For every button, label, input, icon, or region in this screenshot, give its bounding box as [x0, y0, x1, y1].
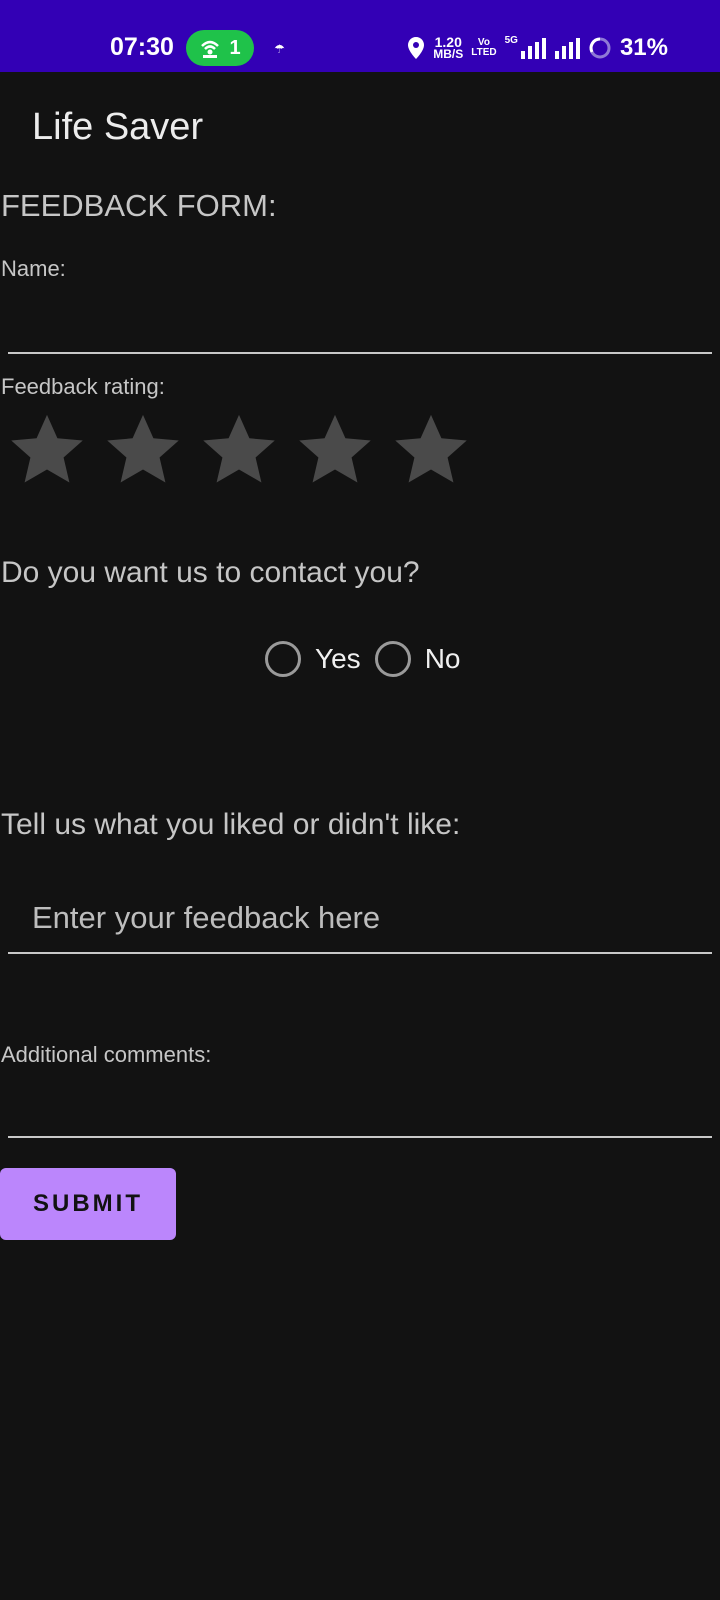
star-icon[interactable] — [391, 410, 471, 488]
feedback-input-underline — [8, 952, 712, 954]
battery-percent: 31% — [619, 34, 668, 61]
rating-label: Feedback rating: — [1, 374, 165, 399]
contact-radio-group: Yes No — [265, 638, 474, 680]
form-heading: FEEDBACK FORM: — [1, 188, 277, 223]
star-icon[interactable] — [103, 410, 183, 488]
radio-no-label[interactable]: No — [425, 643, 461, 675]
star-icon[interactable] — [7, 410, 87, 488]
location-icon — [408, 37, 425, 59]
name-field[interactable] — [8, 290, 712, 352]
hotspot-indicator[interactable]: 1 — [186, 30, 254, 66]
signal-icon-2 — [554, 38, 580, 59]
feedback-input[interactable]: Enter your feedback here — [32, 900, 380, 936]
app-title: Life Saver — [32, 106, 204, 148]
network-type: 5G — [504, 34, 518, 46]
star-icon[interactable] — [199, 410, 279, 488]
signal-icon — [520, 38, 546, 59]
hotspot-icon — [201, 40, 220, 58]
submit-button[interactable]: SUBMIT — [0, 1168, 176, 1240]
radio-yes-label[interactable]: Yes — [315, 643, 361, 675]
additional-comments-underline — [8, 1136, 712, 1138]
radio-no[interactable] — [374, 641, 411, 677]
network-speed: 1.20 MB/S — [433, 34, 464, 61]
umbrella-icon: ☂ — [274, 42, 285, 56]
rating-bar[interactable] — [7, 410, 471, 490]
additional-comments-label: Additional comments: — [1, 1042, 212, 1067]
liked-question: Tell us what you liked or didn't like: — [1, 808, 461, 841]
status-time: 07:30 — [110, 33, 174, 61]
radio-yes[interactable] — [265, 641, 301, 677]
contact-question: Do you want us to contact you? — [1, 556, 420, 589]
additional-comments-field[interactable] — [8, 1076, 712, 1136]
status-icons: 1.20 MB/S Vo LTED 5G 31% — [407, 32, 668, 64]
star-icon[interactable] — [295, 410, 375, 488]
status-bar: 07:30 1 ☂ 1.20 MB/S Vo LTED 5G 31% — [0, 0, 720, 72]
name-field-underline — [8, 352, 712, 354]
hotspot-count: 1 — [229, 36, 241, 59]
name-label: Name: — [1, 256, 66, 281]
battery-icon — [589, 37, 611, 59]
volte-indicator: Vo LTED — [471, 37, 497, 58]
